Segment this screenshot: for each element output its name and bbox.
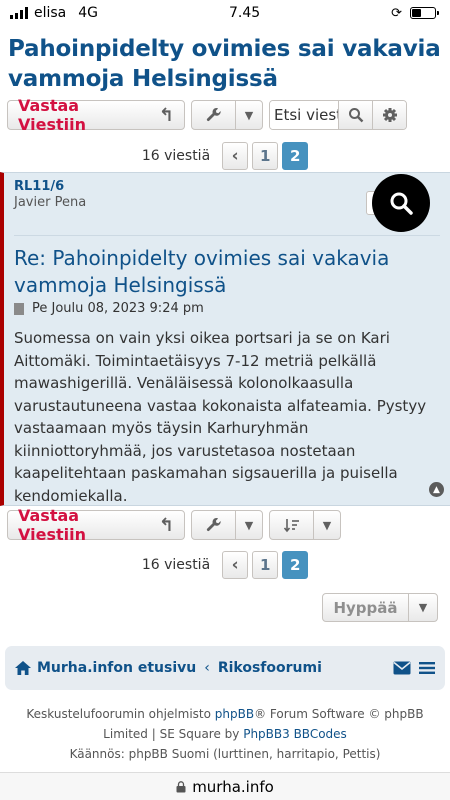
jump-to-label: Hyppää [323, 594, 409, 621]
reply-button-bottom[interactable]: Vastaa Viestiin ↰ [7, 506, 185, 544]
previous-page-button[interactable]: ‹ [222, 142, 249, 170]
advanced-search-button[interactable] [372, 101, 406, 129]
jump-to-button[interactable]: Hyppää ▼ [322, 593, 438, 622]
search-input[interactable] [270, 101, 338, 129]
network-label: 4G [78, 5, 99, 21]
previous-page-button[interactable]: ‹ [222, 551, 249, 579]
page-1-link[interactable]: 1 [252, 142, 279, 170]
wrench-icon [192, 101, 236, 129]
reply-label: Vastaa Viestiin [18, 506, 86, 544]
clock: 7.45 [228, 5, 261, 21]
floating-search-button[interactable] [372, 174, 430, 232]
author-rank: RL11/6 [14, 179, 65, 194]
post-date: Pe Joulu 08, 2023 9:24 pm [32, 301, 204, 316]
back-to-top-icon[interactable]: ▲ [429, 482, 444, 497]
post-title[interactable]: Re: Pahoinpidelty ovimies sai vakavia va… [14, 245, 434, 299]
top-toolbar: Vastaa Viestiin ↰ ▼ [0, 96, 450, 134]
url-text: murha.info [192, 777, 274, 796]
gear-icon [382, 108, 397, 122]
topic-title[interactable]: Pahoinpidelty ovimies sai vakavia vammoj… [0, 26, 450, 94]
phpbb-link[interactable]: phpBB [215, 707, 254, 721]
reply-label: Vastaa Viestiin [18, 96, 86, 134]
reply-arrow-icon: ↰ [158, 514, 174, 536]
post-count: 16 viestiä [141, 557, 211, 573]
chevron-down-icon: ▼ [322, 518, 332, 532]
envelope-icon[interactable] [393, 661, 411, 675]
reply-arrow-icon: ↰ [158, 104, 174, 126]
rotation-lock-icon: ⟳ [391, 5, 402, 21]
post-count: 16 viestiä [141, 148, 211, 164]
carrier-label: elisa [34, 5, 67, 21]
bottom-toolbar: Vastaa Viestiin ↰ ▼ ▼ [0, 506, 348, 544]
home-icon [15, 661, 31, 675]
topic-tools-button-bottom[interactable]: ▼ [191, 510, 263, 540]
wrench-icon [192, 511, 236, 539]
lock-icon [176, 780, 186, 792]
breadcrumb: Murha.infon etusivu ‹ Rikosfoorumi [5, 646, 445, 690]
search-button[interactable] [338, 101, 372, 129]
bbcodes-link[interactable]: PhpBB3 BBCodes [243, 727, 347, 741]
breadcrumb-home[interactable]: Murha.infon etusivu [15, 660, 196, 676]
signal-icon [10, 7, 28, 19]
footer-text: Keskustelufoorumin ohjelmisto [26, 707, 215, 721]
chevron-down-icon: ▼ [244, 518, 254, 532]
pagination-top: 16 viestiä ‹ 1 2 [0, 142, 450, 170]
reply-button[interactable]: Vastaa Viestiin ↰ [7, 96, 185, 134]
search-icon [390, 192, 413, 215]
page-2-current: 2 [282, 551, 309, 579]
post-divider [14, 235, 440, 236]
breadcrumb-forum[interactable]: Rikosfoorumi [218, 660, 322, 676]
topic-search [269, 100, 407, 130]
chevron-down-icon: ▼ [418, 601, 428, 614]
document-icon[interactable] [14, 302, 24, 315]
footer-text: ® Forum Software © phpBB [254, 707, 424, 721]
browser-url-bar[interactable]: murha.info [0, 772, 450, 800]
sort-button[interactable]: ▼ [269, 510, 341, 540]
battery-icon [409, 7, 439, 19]
topic-tools-button[interactable]: ▼ [191, 100, 263, 130]
chevron-down-icon: ▼ [244, 108, 254, 122]
page-1-link[interactable]: 1 [252, 551, 279, 579]
post-content: Suomessa on vain yksi oikea portsari ja … [14, 329, 427, 505]
footer-text: Limited | SE Square by [103, 727, 244, 741]
footer: Keskustelufoorumin ohjelmisto phpBB® For… [0, 704, 450, 764]
author-name[interactable]: Javier Pena [14, 195, 86, 210]
menu-icon[interactable] [419, 661, 435, 675]
search-icon [348, 108, 363, 123]
chevron-left-icon: ‹ [204, 660, 210, 676]
pagination-bottom: 16 viestiä ‹ 1 2 [0, 551, 450, 579]
status-bar: elisa 4G 7.45 ⟳ [0, 0, 450, 26]
translation-credit: Käännös: phpBB Suomi (lurttinen, harrita… [69, 747, 381, 761]
home-label: Murha.infon etusivu [37, 660, 197, 676]
page-2-current: 2 [282, 142, 309, 170]
sort-icon [270, 511, 314, 539]
